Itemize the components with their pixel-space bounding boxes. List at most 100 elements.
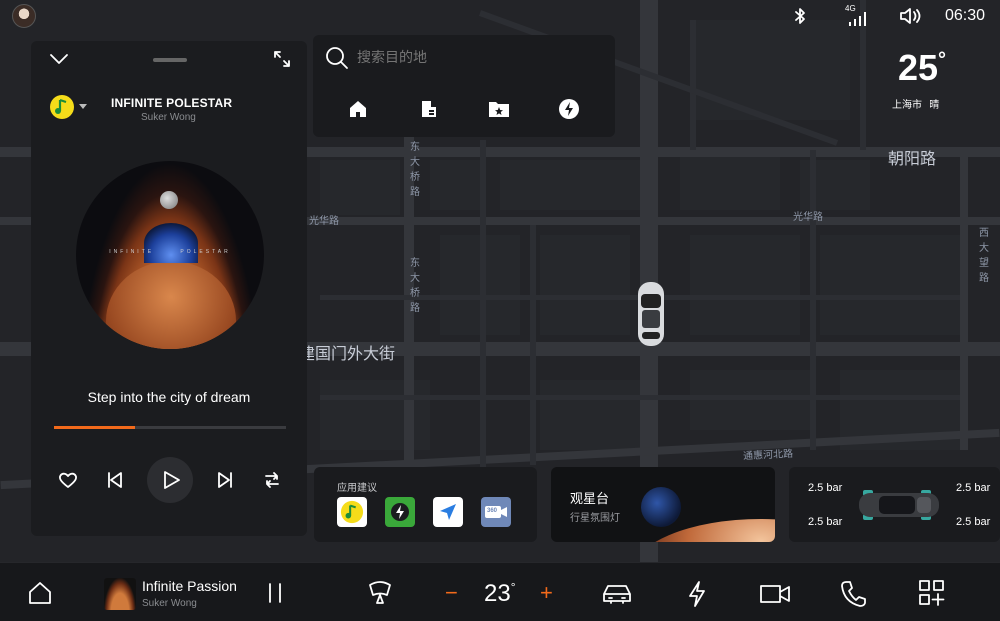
skip-previous-icon	[108, 472, 122, 488]
stargazing-title: 观星台	[570, 492, 610, 507]
map-label-tonghuihe-north: 通惠河北路	[742, 448, 794, 463]
favorites-icon	[489, 102, 509, 117]
lightning-icon	[689, 581, 705, 607]
now-playing-artist: Suker Wong	[142, 598, 197, 609]
play-icon	[164, 471, 180, 489]
stargazing-card[interactable]: 观星台 行星氛围灯	[551, 467, 775, 542]
office-shortcut-button[interactable]	[419, 99, 439, 119]
tire-pressure-card[interactable]: 2.5 bar 2.5 bar 2.5 bar 2.5 bar	[789, 467, 1000, 542]
now-playing-mini[interactable]: Infinite Passion Suker Wong	[104, 576, 254, 612]
camera-360-app-shortcut[interactable]: 360	[481, 497, 511, 527]
tire-pressure-rear-left: 2.5 bar	[808, 516, 843, 528]
playback-progress-bar[interactable]	[54, 426, 286, 429]
home-button[interactable]	[27, 580, 53, 606]
charging-icon	[559, 99, 579, 119]
pause-button[interactable]	[266, 582, 284, 604]
favorites-shortcut-button[interactable]	[488, 99, 510, 119]
repeat-mode-button[interactable]	[261, 471, 283, 489]
search-input[interactable]	[357, 48, 597, 68]
temperature-increase-button[interactable]: +	[540, 580, 553, 606]
home-icon	[350, 101, 366, 117]
navigation-app-icon	[440, 504, 456, 520]
previous-track-button[interactable]	[106, 471, 124, 489]
vehicle-position-icon	[636, 280, 666, 348]
app-suggestions-title: 应用建议	[337, 483, 377, 494]
charging-app-icon	[391, 503, 409, 521]
heart-icon	[59, 472, 77, 488]
clock: 06:30	[945, 7, 986, 24]
album-art[interactable]: INFINITE POLESTAR	[76, 161, 264, 349]
map-label-guanghua-road: 光华路	[793, 212, 823, 223]
volume-icon[interactable]	[899, 7, 923, 25]
video-camera-icon	[760, 585, 790, 603]
like-button[interactable]	[58, 471, 78, 489]
bluetooth-icon[interactable]	[792, 7, 808, 25]
home-shortcut-button[interactable]	[348, 99, 368, 119]
playback-progress-fill	[54, 426, 136, 429]
weather-temperature: 25	[898, 47, 939, 88]
music-player-panel: INFINITE POLESTAR Suker Wong INFINITE PO…	[31, 41, 307, 536]
windshield-wiper-icon	[369, 581, 391, 604]
phone-icon	[841, 581, 866, 607]
search-icon	[325, 46, 349, 70]
repeat-icon	[265, 472, 279, 488]
avatar[interactable]	[12, 4, 36, 28]
cellular-signal-icon: 4G	[845, 4, 869, 28]
charging-app-shortcut[interactable]	[385, 497, 415, 527]
pause-icon	[269, 583, 281, 603]
expand-button[interactable]	[272, 49, 292, 69]
lyric-line: Step into the city of dream	[87, 389, 251, 405]
map-label-jianguomenwai: 建国门外大街	[299, 344, 396, 363]
energy-button[interactable]	[685, 580, 709, 608]
map-label-xidawang: 西大望路	[979, 228, 989, 284]
vehicle-control-button[interactable]	[601, 581, 633, 605]
tire-pressure-rear-right: 2.5 bar	[956, 516, 991, 528]
map-label-dongdaqiao: 东大桥路	[410, 142, 420, 198]
search-bar[interactable]	[323, 43, 603, 73]
cabin-temperature-degree: °	[510, 580, 516, 594]
cabin-temperature-value: 23	[484, 580, 511, 607]
map-label-chaoyang-road: 朝阳路	[888, 149, 937, 168]
camera-360-label: 360	[487, 508, 498, 514]
track-title: INFINITE POLESTAR	[111, 96, 233, 110]
charging-shortcut-button[interactable]	[558, 98, 580, 120]
weather-condition: 晴	[929, 100, 940, 111]
cabin-temperature: 23°	[484, 579, 516, 609]
collapse-button[interactable]	[49, 52, 69, 66]
bottom-dock: Infinite Passion Suker Wong − 23° +	[0, 562, 1000, 621]
now-playing-title: Infinite Passion	[142, 578, 237, 594]
skip-next-icon	[218, 472, 232, 488]
car-top-view-icon	[857, 486, 943, 524]
degree-symbol: °	[938, 49, 947, 71]
home-icon	[29, 582, 51, 604]
app-launcher-button[interactable]	[918, 579, 946, 607]
music-app-icon	[50, 95, 74, 119]
drag-handle[interactable]	[153, 58, 187, 62]
music-app-shortcut[interactable]	[337, 497, 367, 527]
tire-pressure-front-right: 2.5 bar	[956, 482, 991, 494]
play-button[interactable]	[147, 457, 193, 503]
now-playing-artwork	[104, 578, 136, 610]
apps-grid-icon	[919, 580, 945, 606]
next-track-button[interactable]	[216, 471, 234, 489]
album-art-text: INFINITE POLESTAR	[109, 249, 231, 255]
caret-down-icon	[79, 104, 87, 109]
wiper-button[interactable]	[366, 579, 394, 607]
camera-button[interactable]	[759, 583, 791, 605]
track-artist: Suker Wong	[141, 112, 196, 123]
stargazing-planet-image	[641, 487, 681, 527]
tire-pressure-front-left: 2.5 bar	[808, 482, 843, 494]
temperature-decrease-button[interactable]: −	[445, 580, 458, 606]
music-app-icon	[340, 500, 364, 524]
phone-button[interactable]	[840, 580, 866, 608]
map-label-guanghua-road: 光华路	[309, 216, 339, 227]
chevron-down-icon	[50, 54, 68, 64]
weather-city: 上海市	[892, 100, 922, 111]
navigation-app-shortcut[interactable]	[433, 497, 463, 527]
app-suggestions-card: 应用建议 360	[314, 467, 537, 542]
stargazing-subtitle: 行星氛围灯	[570, 513, 620, 524]
music-source-selector[interactable]	[49, 94, 89, 120]
map-label-dongdaqiao: 东大桥路	[410, 258, 420, 314]
weather-widget[interactable]: 25° 上海市 晴	[888, 48, 968, 114]
expand-icon	[274, 51, 290, 67]
